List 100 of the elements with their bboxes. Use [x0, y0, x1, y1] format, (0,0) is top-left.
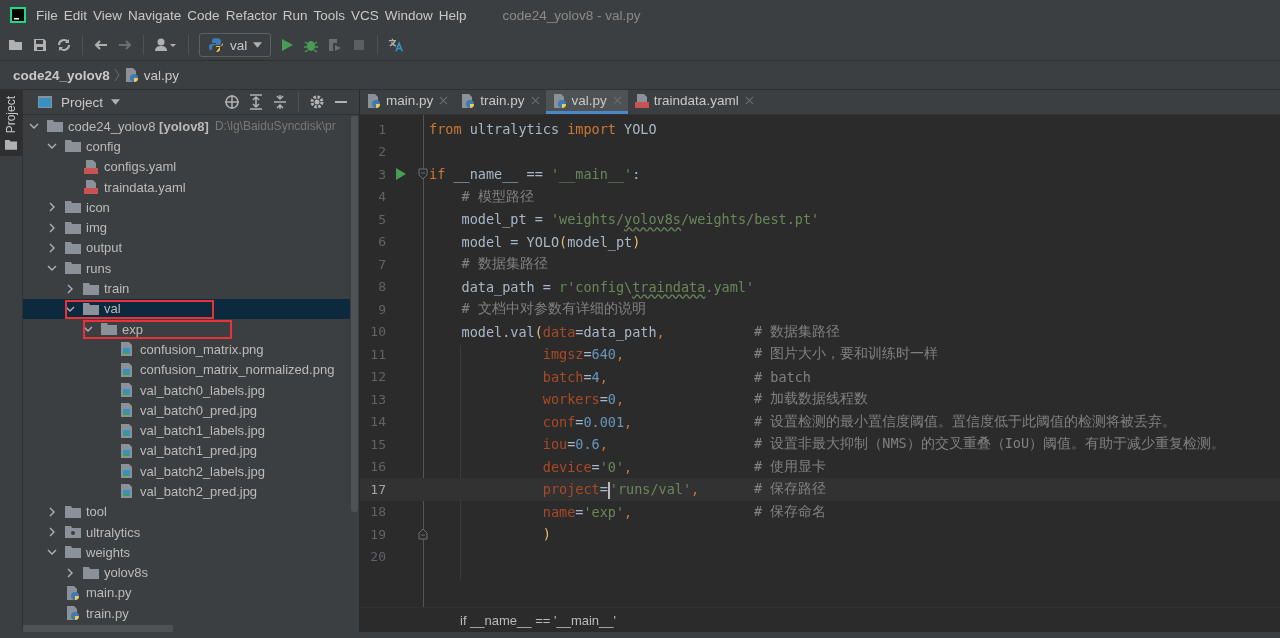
fold-marker-icon[interactable]: [417, 168, 428, 181]
folder-icon: [65, 503, 81, 520]
collapse-all-icon[interactable]: [272, 94, 288, 110]
menu-item[interactable]: Refactor: [223, 7, 279, 23]
breadcrumb-item[interactable]: code24_yolov8: [13, 67, 110, 83]
python-file-icon: [65, 605, 81, 622]
user-dropdown-icon[interactable]: [154, 37, 178, 53]
window-title: code24_yolov8 - val.py: [502, 7, 641, 23]
chevron-right-icon: [113, 68, 120, 82]
tree-item[interactable]: confusion_matrix_normalized.png: [23, 359, 350, 380]
locate-icon[interactable]: [224, 94, 240, 110]
tree-item[interactable]: configs.yaml: [23, 156, 350, 177]
python-file-icon: [551, 92, 568, 109]
tree-item[interactable]: weights: [23, 542, 350, 563]
comment-text: # 图片大小，要和训练时一样: [754, 345, 939, 364]
code-text: =: [599, 481, 608, 498]
editor-tab[interactable]: train.py: [454, 90, 546, 114]
comment-text: # 设置非最大抑制（NMS）的交叉重叠（IoU）阈值。有助于减少重复检测。: [754, 435, 1226, 454]
panel-title[interactable]: Project: [61, 94, 104, 110]
string-text: traindata: [632, 277, 706, 297]
breadcrumb-item[interactable]: val.py: [143, 67, 180, 83]
python-file-icon: [123, 67, 140, 83]
run-icon[interactable]: [396, 168, 406, 181]
menu-item[interactable]: View: [91, 7, 125, 23]
editor-tab[interactable]: traindata.yaml: [627, 90, 760, 114]
chevron-right-icon[interactable]: [47, 506, 57, 517]
expand-all-icon[interactable]: [248, 94, 264, 110]
tree-item[interactable]: config: [23, 136, 350, 157]
line-number: 2: [377, 144, 386, 160]
tree-item[interactable]: code24_yolov8 [yolov8] D:\lg\BaiduSyncdisk\pr: [23, 116, 350, 137]
folder-icon: [65, 219, 81, 236]
menu-item[interactable]: VCS: [348, 7, 381, 23]
tree-item[interactable]: val_batch1_labels.jpg: [23, 420, 350, 441]
menu-item[interactable]: Edit: [61, 7, 90, 23]
number-text: 0.001: [583, 413, 625, 430]
save-icon[interactable]: [32, 37, 48, 53]
tree-item[interactable]: train: [23, 278, 350, 299]
menu-item[interactable]: Navigate: [126, 7, 184, 23]
line-number: 1: [377, 121, 386, 137]
sync-icon[interactable]: [56, 37, 72, 53]
menu-item[interactable]: Run: [280, 7, 310, 23]
tree-item[interactable]: val_batch0_labels.jpg: [23, 379, 350, 401]
translate-icon[interactable]: [388, 37, 405, 53]
menu-item[interactable]: Tools: [311, 7, 347, 23]
editor-tab[interactable]: val.py: [545, 90, 628, 114]
tree-item[interactable]: tool: [23, 501, 350, 522]
keyword-text: ,: [599, 436, 608, 453]
run-configuration-dropdown[interactable]: val: [199, 33, 272, 57]
chevron-right-icon[interactable]: [47, 242, 57, 253]
project-tool-tab[interactable]: Project: [0, 90, 22, 157]
chevron-right-icon[interactable]: [65, 283, 75, 294]
tree-item[interactable]: exp: [23, 318, 350, 340]
caret-icon: [253, 42, 263, 48]
menu-item[interactable]: Window: [382, 7, 435, 23]
bracket-text: ): [541, 526, 551, 543]
tree-item[interactable]: val_batch2_pred.jpg: [23, 481, 350, 502]
code-breadcrumb[interactable]: if __name__ == '__main__': [460, 612, 617, 628]
chevron-right-icon[interactable]: [47, 222, 57, 233]
open-folder-icon[interactable]: [8, 37, 24, 53]
tree-item[interactable]: img: [23, 217, 350, 238]
tree-item[interactable]: ultralytics: [23, 521, 350, 543]
tree-item[interactable]: val_batch1_pred.jpg: [23, 440, 350, 462]
tree-item[interactable]: val: [23, 298, 350, 319]
tree-item[interactable]: confusion_matrix.png: [23, 339, 350, 360]
tree-item[interactable]: traindata.yaml: [23, 176, 350, 198]
folder-icon: [101, 321, 117, 338]
line-number: 3: [377, 166, 386, 182]
tree-item[interactable]: train.py: [23, 603, 350, 624]
code-text: =: [583, 368, 592, 385]
editor-tab[interactable]: main.py: [360, 90, 455, 114]
caret-icon[interactable]: [111, 99, 121, 105]
bracket-text: ): [632, 233, 641, 250]
parameter-text: project: [541, 481, 600, 498]
tree-item[interactable]: icon: [23, 197, 350, 218]
menu-item[interactable]: File: [34, 7, 60, 23]
keyword-text: from: [429, 121, 462, 138]
settings-icon[interactable]: [309, 94, 325, 110]
image-file-icon: [119, 341, 135, 358]
tree-item[interactable]: output: [23, 237, 350, 259]
line-number: 7: [377, 256, 386, 272]
tree-item[interactable]: val_batch2_labels.jpg: [23, 461, 350, 482]
scrollbar-thumb[interactable]: [351, 116, 358, 512]
chevron-right-icon[interactable]: [47, 527, 57, 538]
chevron-right-icon[interactable]: [65, 567, 75, 578]
code-text: YOLO: [623, 121, 657, 138]
parameter-text: workers: [541, 391, 600, 408]
code-text: model_pt: [567, 233, 633, 250]
yaml-file-icon: [633, 92, 650, 109]
app-logo-icon: [10, 7, 26, 23]
tree-item[interactable]: runs: [23, 258, 350, 279]
fold-marker-icon[interactable]: [417, 528, 428, 541]
tree-item[interactable]: val_batch0_pred.jpg: [23, 400, 350, 421]
keyword-text: ,: [615, 346, 625, 363]
menu-item[interactable]: Code: [185, 7, 222, 23]
menu-item[interactable]: Help: [436, 7, 469, 23]
tree-item[interactable]: main.py: [23, 582, 350, 604]
chevron-right-icon[interactable]: [47, 202, 57, 213]
scrollbar-thumb[interactable]: [23, 625, 173, 632]
tree-item[interactable]: yolov8s: [23, 562, 350, 583]
python-file-icon: [65, 584, 81, 601]
